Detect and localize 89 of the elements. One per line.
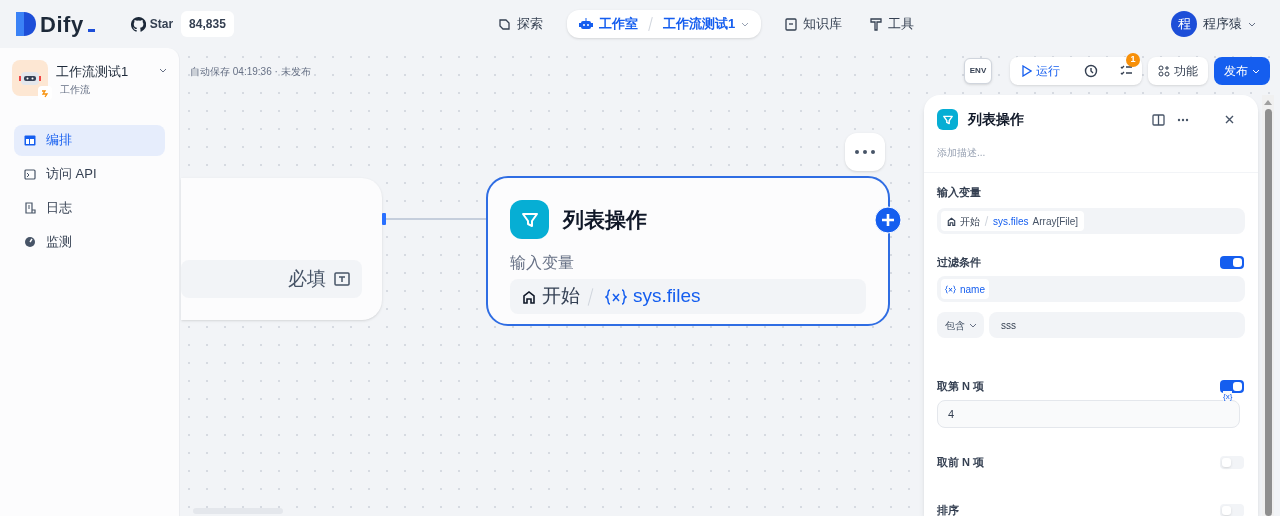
input-label: 输入变量 (510, 253, 575, 273)
chevron-down-icon (968, 321, 977, 329)
variable-icon (605, 288, 627, 305)
chevron-down-icon[interactable] (1248, 20, 1256, 28)
logo-icon (16, 12, 36, 36)
logo-underscore-icon (87, 28, 95, 32)
github-star-link[interactable]: Star (130, 15, 174, 33)
sidebar-label: 监测 (46, 233, 72, 252)
sidebar-item[interactable]: 日志 (14, 192, 165, 224)
nav-label: 工作室 (599, 15, 638, 34)
close-icon[interactable] (1225, 115, 1234, 124)
toggle-switch[interactable] (1220, 255, 1244, 269)
variable-field[interactable]: name (937, 276, 1245, 302)
text-input-icon (334, 271, 350, 287)
app-type: 工作流 (60, 82, 91, 97)
publish-button[interactable]: 发布 (1214, 57, 1270, 85)
section-label: 取第 N 项 (937, 378, 985, 394)
chevron-down-icon[interactable] (159, 66, 167, 74)
checklist-icon (1119, 65, 1133, 77)
split-view-icon[interactable] (1152, 113, 1165, 126)
variable-name: sys.files (993, 214, 1029, 229)
variable-type: Array[File] (1032, 214, 1079, 229)
user-name[interactable]: 程序猿 (1203, 14, 1242, 34)
more-icon[interactable] (1177, 117, 1189, 122)
robot-icon (579, 17, 593, 31)
sidebar-item[interactable]: 编排 (14, 124, 165, 156)
sidebar-item[interactable]: 访问 API (14, 158, 165, 190)
section-label: 过滤条件 (937, 254, 981, 270)
nav-label: 工具 (888, 15, 915, 34)
toggle-switch[interactable] (1220, 503, 1244, 516)
variable-field: 必填 (181, 260, 362, 298)
app-name: 工作流测试1 (56, 63, 129, 81)
variable-field[interactable]: 开始 sys.files Array[File] (937, 208, 1245, 234)
section-label: 取前 N 项 (937, 454, 985, 470)
hammer-icon (870, 17, 883, 31)
breadcrumb-label[interactable]: 工作流测试1 (663, 14, 736, 34)
toggle-switch[interactable] (1220, 379, 1244, 393)
section-label: 排序 (937, 502, 959, 516)
number-input[interactable]: 4 (937, 400, 1240, 428)
nav-label: 知识库 (803, 15, 843, 34)
filter-icon (937, 109, 958, 130)
panel-title: 列表操作 (968, 110, 1024, 129)
variable-icon (945, 284, 956, 294)
notification-badge: 1 (1126, 53, 1140, 67)
nav-tab[interactable]: 工作室 工作流测试1 (567, 10, 762, 38)
nav-tab[interactable]: 知识库 (781, 10, 847, 38)
variable-name: name (960, 282, 985, 297)
user-avatar[interactable]: 程 (1171, 11, 1197, 37)
terminal-icon (24, 168, 36, 180)
play-icon (1022, 65, 1032, 77)
sidebar-label: 访问 API (46, 165, 97, 184)
variable-insert-hint[interactable]: {x} (1223, 391, 1233, 403)
apps-icon (1158, 65, 1170, 77)
home-icon (522, 289, 536, 304)
chevron-down-icon[interactable] (741, 20, 750, 28)
history-icon[interactable] (1084, 64, 1098, 78)
sidebar-label: 编排 (46, 131, 72, 150)
logo-text: Dify (40, 10, 84, 39)
variable-source: 开始 (960, 214, 980, 229)
sidebar-label: 日志 (46, 199, 72, 218)
sidebar-item[interactable]: 监测 (14, 226, 165, 258)
layout-icon (24, 134, 36, 146)
book-icon (785, 17, 798, 31)
features-button[interactable]: 功能 (1148, 57, 1208, 85)
toggle-switch[interactable] (1220, 455, 1244, 469)
star-count: 84,835 (181, 11, 234, 37)
add-icon[interactable] (874, 206, 902, 234)
autosave-status: 自动保存 04:19:36 · 未发布 (190, 65, 311, 79)
list-operation-node[interactable]: 列表操作 输入变量 开始 sys.files (486, 176, 890, 326)
start-node[interactable]: 必填 (181, 178, 382, 320)
more-icon (855, 150, 875, 154)
nav-tab[interactable]: 工具 (866, 10, 919, 38)
nav-tab[interactable]: 探索 (494, 10, 547, 38)
home-icon (947, 216, 956, 226)
nav-label: 探索 (517, 15, 543, 34)
chevron-down-icon (1252, 67, 1260, 75)
filter-icon (510, 200, 549, 239)
value-input[interactable]: sss (989, 312, 1245, 338)
section-label: 输入变量 (937, 184, 981, 200)
gauge-icon (24, 236, 36, 248)
document-icon (24, 202, 36, 214)
node-title: 列表操作 (563, 206, 647, 233)
github-icon (130, 16, 146, 32)
operator-dropdown[interactable]: 包含 (937, 312, 984, 338)
env-button[interactable]: ENV (964, 58, 992, 84)
more-button[interactable] (845, 133, 885, 171)
variable-field: 开始 sys.files (510, 279, 866, 314)
scrollbar[interactable] (1262, 95, 1274, 516)
horizontal-scrollbar[interactable] (193, 508, 283, 514)
